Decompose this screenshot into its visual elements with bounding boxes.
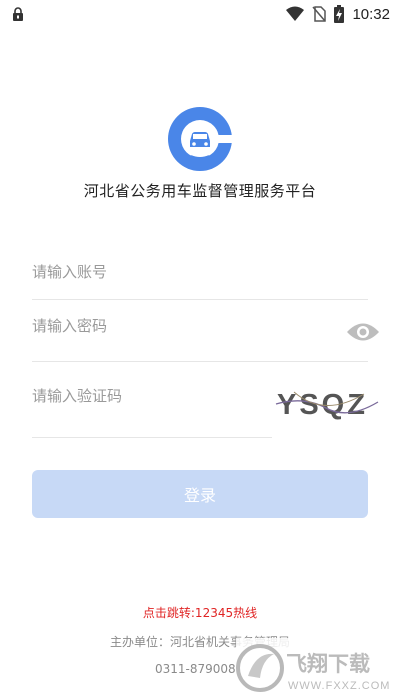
no-sim-icon [312, 6, 327, 22]
battery-charging-icon [334, 5, 345, 23]
captcha-field[interactable] [32, 386, 272, 438]
watermark-url: WWW.FXXZ.COM [288, 680, 390, 692]
password-field[interactable] [32, 316, 368, 362]
eye-icon[interactable] [346, 319, 380, 345]
app-title: 河北省公务用车监督管理服务平台 [83, 182, 317, 200]
status-time: 10:32 [352, 5, 390, 23]
account-field[interactable] [32, 262, 368, 300]
account-input[interactable] [32, 263, 368, 281]
lock-icon [13, 7, 23, 21]
watermark-text: 飞翔下载 [286, 652, 370, 676]
password-input[interactable] [32, 317, 368, 335]
captcha-image[interactable]: YSQZ [274, 384, 380, 422]
captcha-input[interactable] [32, 387, 272, 405]
app-logo-icon [168, 107, 235, 171]
captcha-divider [32, 437, 272, 438]
account-divider [32, 299, 368, 300]
hotline-link[interactable]: 点击跳转:12345热线 [0, 604, 400, 621]
status-bar: 10:32 [0, 0, 400, 28]
phone-text: 0311-879008 [155, 662, 236, 676]
password-divider [32, 361, 368, 362]
wifi-icon [286, 6, 305, 21]
watermark-logo: 飞翔下载 WWW.FXXZ.COM [236, 638, 396, 696]
login-button[interactable]: 登录 [32, 470, 368, 518]
